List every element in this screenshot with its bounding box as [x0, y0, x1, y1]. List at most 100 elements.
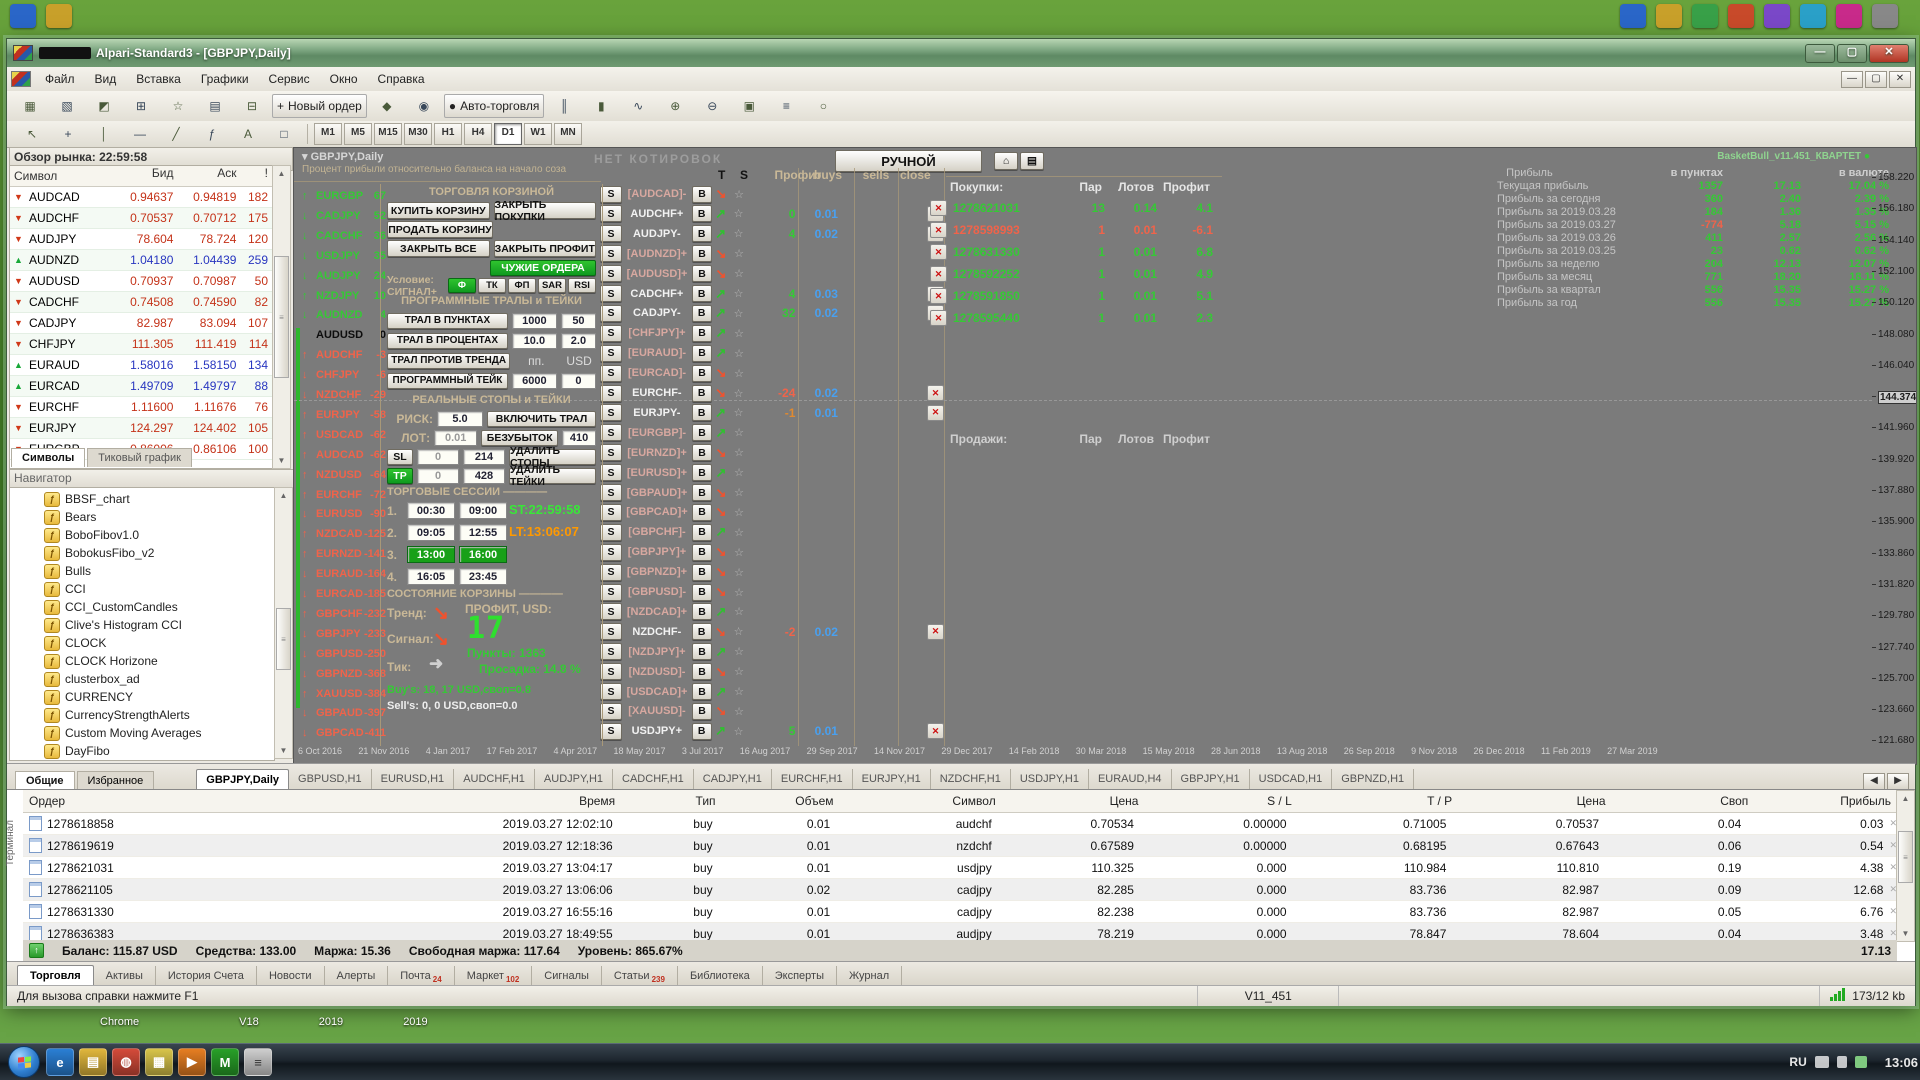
- navigator-item[interactable]: ƒCurrencyStrengthAlerts: [10, 706, 274, 724]
- trail-button[interactable]: ПРОГРАММНЫЙ ТЕЙК: [387, 373, 508, 389]
- clock[interactable]: 13:06: [1875, 1055, 1920, 1070]
- sell-button[interactable]: S: [600, 245, 622, 262]
- scroll-down-icon[interactable]: ▼: [275, 743, 292, 758]
- navigator-item[interactable]: ƒCLOCK Horizone: [10, 652, 274, 670]
- timeframe-H4[interactable]: H4: [464, 123, 492, 145]
- folder-taskbar-icon[interactable]: ▤: [79, 1048, 107, 1076]
- menu-Вид[interactable]: Вид: [85, 69, 127, 89]
- sell-button[interactable]: S: [600, 723, 622, 740]
- chart-tab[interactable]: EURJPY,H1: [853, 769, 931, 790]
- trail-button[interactable]: ТРАЛ В ПУНКТАХ: [387, 313, 508, 329]
- navigator-tab-common[interactable]: Общие: [15, 771, 75, 790]
- navigator-scrollbar[interactable]: ▲ ≡ ▼: [274, 487, 293, 759]
- chart-tab[interactable]: USDCAD,H1: [1250, 769, 1333, 790]
- navigator-item[interactable]: ƒBears: [10, 508, 274, 526]
- navigator-tab-favorites[interactable]: Избранное: [77, 771, 155, 790]
- scroll-down-icon[interactable]: ▼: [1897, 926, 1914, 941]
- line-chart-button[interactable]: ∿: [621, 94, 655, 118]
- title-bar[interactable]: Alpari-Standard3 - [GBPJPY,Daily] — ▢ ✕: [7, 39, 1915, 67]
- scroll-up-icon[interactable]: ▲: [1897, 791, 1914, 806]
- sell-button[interactable]: S: [600, 484, 622, 501]
- timeframe-M30[interactable]: M30: [404, 123, 432, 145]
- desktop-icon[interactable]: [1764, 4, 1790, 28]
- close-ticket-button[interactable]: ✕: [930, 222, 947, 238]
- chart-tab[interactable]: GBPJPY,Daily: [196, 769, 289, 790]
- market-watch-tab-tick-chart[interactable]: Тиковый график: [87, 448, 192, 467]
- sl-input[interactable]: 0: [417, 449, 459, 465]
- terminal-tab-Журнал[interactable]: Журнал: [837, 966, 902, 986]
- timeframe-W1[interactable]: W1: [524, 123, 552, 145]
- navigator-item[interactable]: ƒBobokusFibo_v2: [10, 544, 274, 562]
- close-button[interactable]: ✕: [1869, 44, 1909, 63]
- buy-button[interactable]: B: [692, 484, 712, 501]
- order-row[interactable]: 12786211052019.03.27 13:06:06buy0.02cadj…: [23, 879, 1897, 901]
- orders-col-10[interactable]: Прибыль: [1754, 794, 1897, 808]
- sell-button[interactable]: S: [600, 564, 622, 581]
- chart-menu-icon[interactable]: [11, 71, 31, 87]
- market-watch-row[interactable]: ▲EURAUD1.580161.58150134: [10, 355, 272, 376]
- close-buys-button[interactable]: ЗАКРЫТЬ ПОКУПКИ: [494, 202, 597, 219]
- buy-button[interactable]: B: [692, 623, 712, 640]
- sell-button[interactable]: S: [600, 584, 622, 601]
- col-symbol[interactable]: Символ: [10, 166, 101, 186]
- buy-button[interactable]: B: [692, 205, 712, 222]
- buy-button[interactable]: B: [692, 584, 712, 601]
- order-row[interactable]: 12786313302019.03.27 16:55:16buy0.01cadj…: [23, 901, 1897, 923]
- mdi-restore-button[interactable]: ▢: [1865, 71, 1887, 88]
- tp-button[interactable]: TP: [387, 468, 413, 484]
- sell-button[interactable]: S: [600, 524, 622, 541]
- col-ask[interactable]: Аск: [173, 166, 238, 186]
- trail-button[interactable]: ТРАЛ ПРОТИВ ТРЕНДА: [387, 353, 510, 369]
- orders-col-7[interactable]: T / P: [1298, 794, 1458, 808]
- buy-button[interactable]: B: [692, 723, 712, 740]
- desktop-icon[interactable]: [1692, 4, 1718, 28]
- sell-button[interactable]: S: [600, 663, 622, 680]
- close-profit-button[interactable]: ЗАКРЫТЬ ПРОФИТ: [494, 240, 597, 257]
- terminal-button[interactable]: ▤: [198, 94, 232, 118]
- network-tray-icon[interactable]: [1855, 1056, 1867, 1068]
- desktop-icon[interactable]: [1800, 4, 1826, 28]
- session-from-input[interactable]: 00:30: [407, 502, 455, 519]
- desktop-icon[interactable]: [1836, 4, 1862, 28]
- terminal-tab-Почта[interactable]: Почта24: [388, 966, 454, 986]
- breakeven-input[interactable]: 410: [562, 430, 596, 446]
- metaeditor-button[interactable]: ◆: [370, 94, 404, 118]
- condition-тк-button[interactable]: ТК: [478, 278, 506, 293]
- close-row-button[interactable]: ✕: [927, 723, 944, 739]
- media-player-taskbar-icon[interactable]: ▶: [178, 1048, 206, 1076]
- home-mini-button[interactable]: ⌂: [994, 152, 1018, 170]
- navigator-item[interactable]: ƒclusterbox_ad: [10, 670, 274, 688]
- chart-tab[interactable]: CADJPY,H1: [694, 769, 772, 790]
- scroll-up-icon[interactable]: ▲: [275, 488, 292, 503]
- market-watch-row[interactable]: ▲EURCAD1.497091.4979788: [10, 376, 272, 397]
- buy-button[interactable]: B: [692, 404, 712, 421]
- session-to-input[interactable]: 23:45: [459, 568, 507, 585]
- session-to-input[interactable]: 16:00: [459, 546, 507, 563]
- sell-button[interactable]: S: [600, 703, 622, 720]
- sell-button[interactable]: S: [600, 683, 622, 700]
- buy-button[interactable]: B: [692, 504, 712, 521]
- terminal-tab-Библиотека[interactable]: Библиотека: [678, 966, 763, 986]
- orders-col-6[interactable]: S / L: [1144, 794, 1297, 808]
- chart-tab[interactable]: USDJPY,H1: [1011, 769, 1089, 790]
- sell-button[interactable]: S: [600, 444, 622, 461]
- notepad-taskbar-icon[interactable]: ≡: [244, 1048, 272, 1076]
- alien-orders-button[interactable]: ЧУЖИЕ ОРДЕРА: [490, 260, 596, 276]
- sell-button[interactable]: S: [600, 424, 622, 441]
- terminal-tab-Новости[interactable]: Новости: [257, 966, 325, 986]
- navigator-item[interactable]: ƒCCI: [10, 580, 274, 598]
- menu-Файл[interactable]: Файл: [35, 69, 85, 89]
- timeframe-MN[interactable]: MN: [554, 123, 582, 145]
- buy-button[interactable]: B: [692, 643, 712, 660]
- sell-button[interactable]: S: [600, 643, 622, 660]
- explorer-taskbar-icon[interactable]: ▦: [145, 1048, 173, 1076]
- sell-button[interactable]: S: [600, 285, 622, 302]
- chart-tab[interactable]: NZDCHF,H1: [931, 769, 1011, 790]
- order-row[interactable]: 12786196192019.03.27 12:18:36buy0.01nzdc…: [23, 835, 1897, 857]
- buy-button[interactable]: B: [692, 524, 712, 541]
- close-ticket-button[interactable]: ✕: [930, 200, 947, 216]
- tabs-scroll-right-icon[interactable]: ▶: [1887, 773, 1909, 790]
- desktop-shortcut-label[interactable]: 2019: [319, 1016, 343, 1028]
- timeframe-M1[interactable]: M1: [314, 123, 342, 145]
- chart-tab[interactable]: AUDCHF,H1: [454, 769, 535, 790]
